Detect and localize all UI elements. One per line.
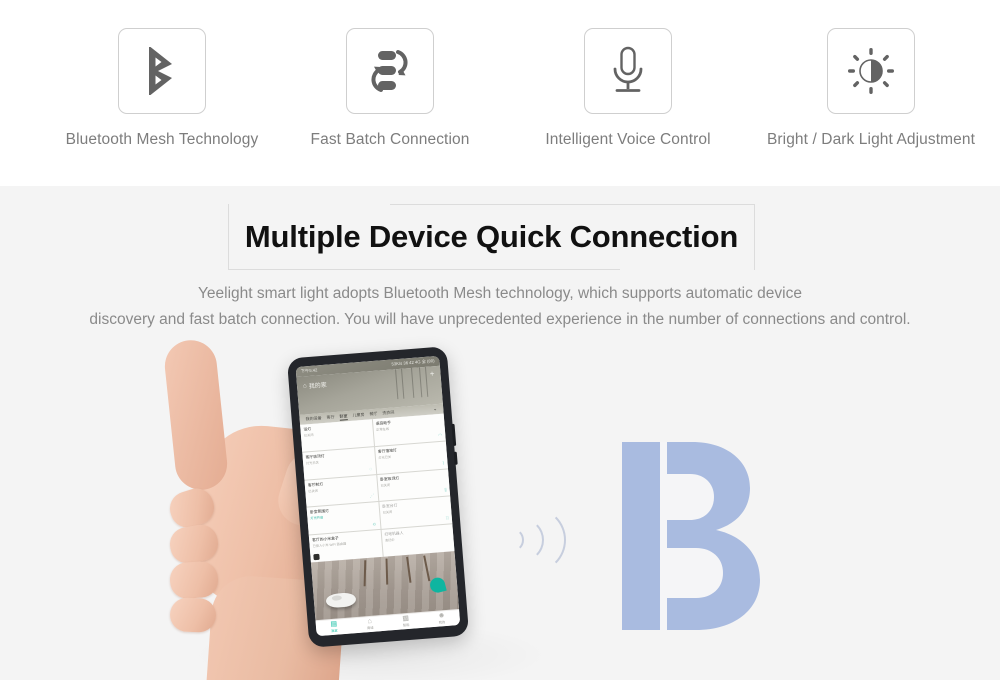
finger-middle bbox=[167, 522, 221, 566]
feature-band: Bluetooth Mesh Technology Fast Batch Con… bbox=[0, 0, 1000, 186]
frame-top-rule bbox=[390, 204, 755, 205]
signal-wave-outer bbox=[500, 507, 566, 573]
signal-waves-icon bbox=[498, 490, 566, 590]
frame-bottom-rule bbox=[228, 269, 620, 270]
feature-label: Intelligent Voice Control bbox=[545, 131, 711, 148]
feature-label: Fast Batch Connection bbox=[310, 131, 470, 148]
headline-block: Multiple Device Quick Connection bbox=[228, 204, 755, 270]
product-photo: 下午5:42 53K/s 36 42 4G 全 (80) ⌂ 我的家 + 我的设… bbox=[0, 337, 1000, 680]
brightness-half-sun-icon bbox=[827, 28, 915, 114]
description-line-2: discovery and fast batch connection. You… bbox=[89, 311, 911, 328]
feature-voice-control: Intelligent Voice Control bbox=[510, 28, 746, 149]
bluetooth-b-logo bbox=[604, 436, 764, 636]
bluetooth-b-icon bbox=[118, 28, 206, 114]
knuckles-shape bbox=[162, 337, 230, 493]
page-title: Multiple Device Quick Connection bbox=[244, 219, 739, 254]
finger-pinky bbox=[169, 597, 217, 633]
feature-brightness-adjustment: Bright / Dark Light Adjustment bbox=[742, 28, 1000, 149]
batch-connection-icon bbox=[346, 28, 434, 114]
hand-front-layer bbox=[162, 337, 550, 680]
page-root: Bluetooth Mesh Technology Fast Batch Con… bbox=[0, 0, 1000, 680]
feature-fast-batch-connection: Fast Batch Connection bbox=[272, 28, 508, 149]
microphone-icon bbox=[584, 28, 672, 114]
hand-holding-phone: 下午5:42 53K/s 36 42 4G 全 (80) ⌂ 我的家 + 我的设… bbox=[162, 337, 550, 680]
description-paragraph: Yeelight smart light adopts Bluetooth Me… bbox=[0, 281, 1000, 333]
finger-index bbox=[165, 484, 219, 532]
feature-label: Bright / Dark Light Adjustment bbox=[766, 131, 976, 148]
finger-ring bbox=[168, 560, 220, 600]
description-line-1: Yeelight smart light adopts Bluetooth Me… bbox=[198, 285, 802, 302]
feature-label: Bluetooth Mesh Technology bbox=[65, 131, 259, 148]
